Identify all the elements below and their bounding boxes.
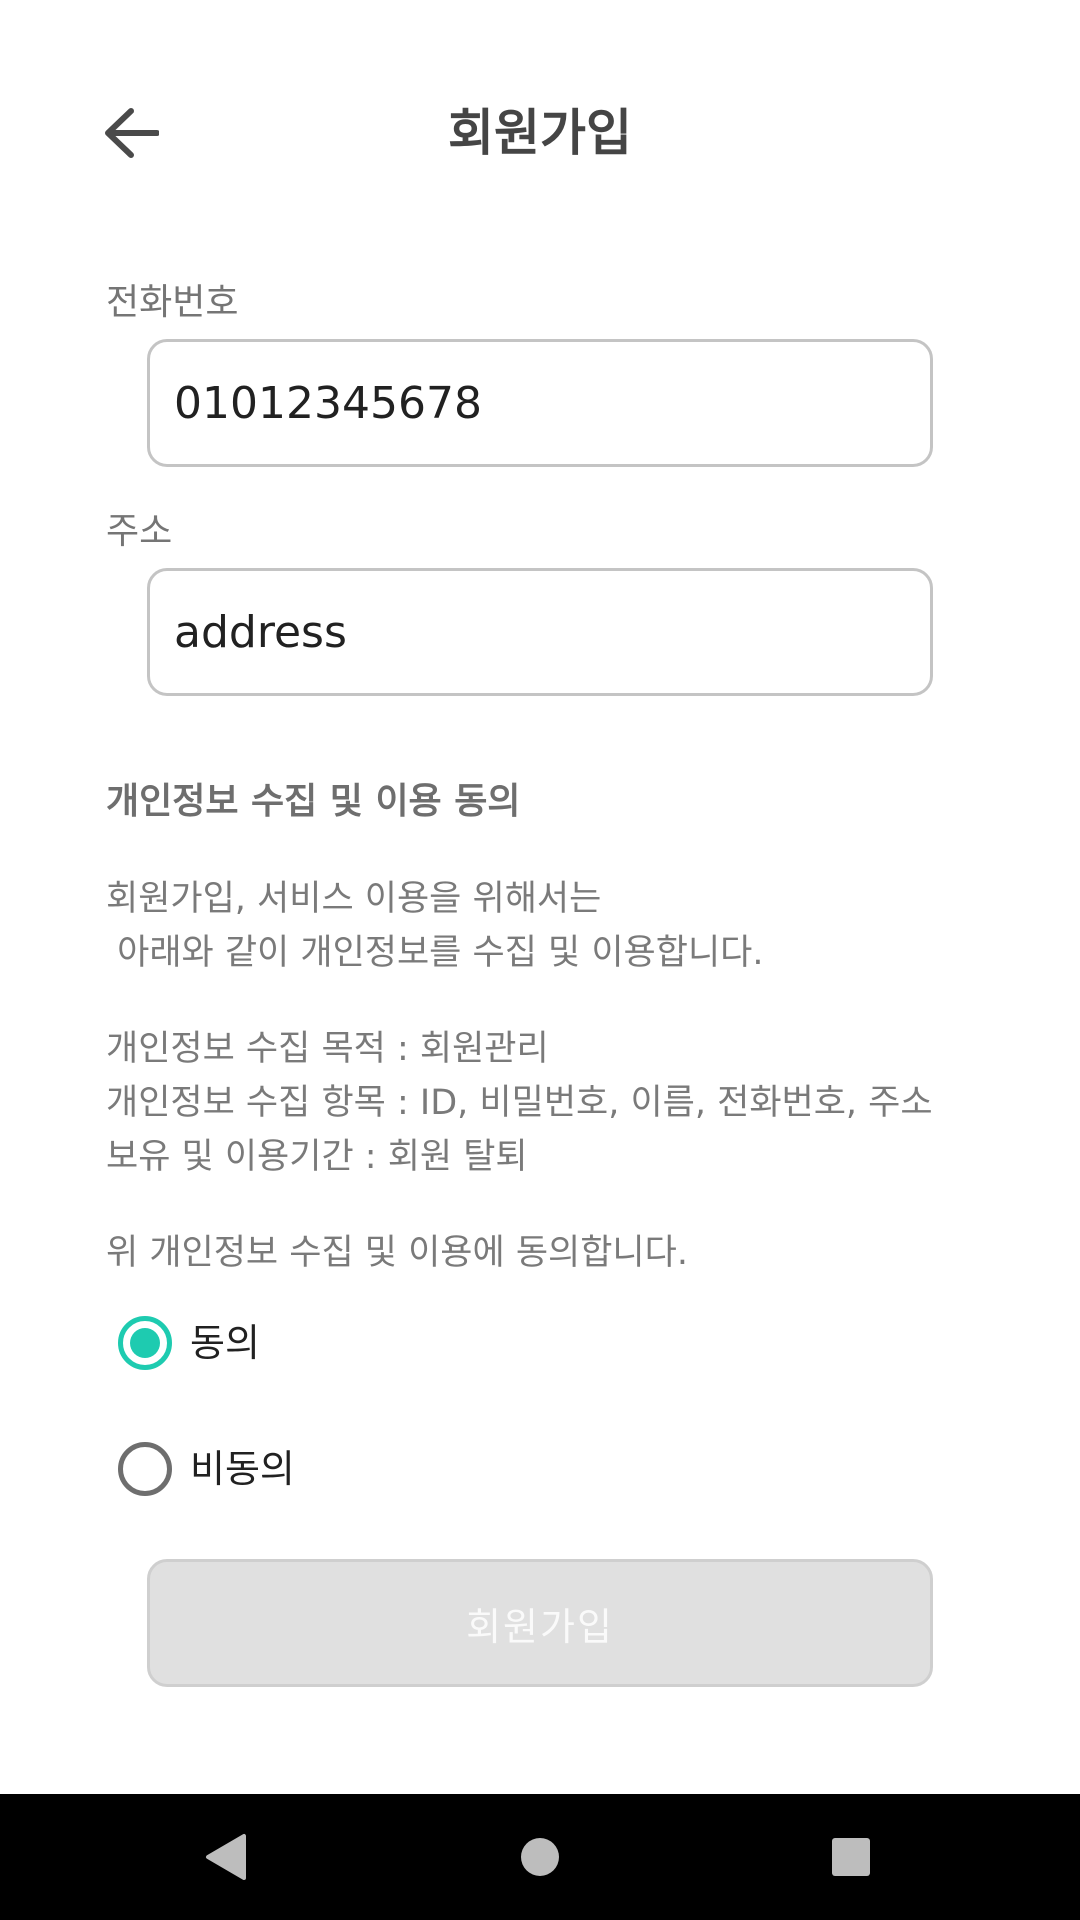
address-input[interactable] <box>147 568 933 696</box>
signup-screen: 회원가입 전화번호 주소 개인정보 수집 및 이용 동의 회원가입, 서비스 이… <box>0 0 1080 1920</box>
nav-back-button[interactable] <box>195 1827 255 1887</box>
nav-recents-button[interactable] <box>821 1827 881 1887</box>
privacy-section-title: 개인정보 수집 및 이용 동의 <box>106 781 521 822</box>
app-header: 회원가입 <box>0 80 1080 180</box>
agree-radio-label: 동의 <box>190 1321 260 1365</box>
phone-input[interactable] <box>147 339 933 467</box>
nav-home-circle-icon <box>521 1838 559 1876</box>
disagree-radio-option[interactable]: 비동의 <box>118 1439 295 1499</box>
radio-checked-icon[interactable] <box>118 1316 172 1370</box>
signup-submit-button[interactable]: 회원가입 <box>147 1559 933 1687</box>
agree-radio-option[interactable]: 동의 <box>118 1313 260 1373</box>
back-button[interactable] <box>98 100 164 166</box>
nav-back-triangle-icon <box>206 1834 246 1880</box>
nav-recents-square-icon <box>832 1838 870 1876</box>
phone-label: 전화번호 <box>106 282 239 323</box>
disagree-radio-label: 비동의 <box>190 1447 295 1491</box>
nav-home-button[interactable] <box>510 1827 570 1887</box>
privacy-details-text: 개인정보 수집 목적 : 회원관리 개인정보 수집 항목 : ID, 비밀번호,… <box>106 1029 933 1177</box>
system-navigation-bar <box>0 1794 1080 1920</box>
radio-unchecked-icon[interactable] <box>118 1442 172 1496</box>
arrow-left-icon <box>105 108 159 158</box>
signup-submit-label: 회원가입 <box>466 1604 614 1649</box>
address-label: 주소 <box>106 511 173 552</box>
privacy-intro-text: 회원가입, 서비스 이용을 위해서는 아래와 같이 개인정보를 수집 및 이용합… <box>106 879 764 973</box>
radio-dot <box>130 1328 160 1358</box>
privacy-consent-question: 위 개인정보 수집 및 이용에 동의합니다. <box>106 1233 688 1273</box>
